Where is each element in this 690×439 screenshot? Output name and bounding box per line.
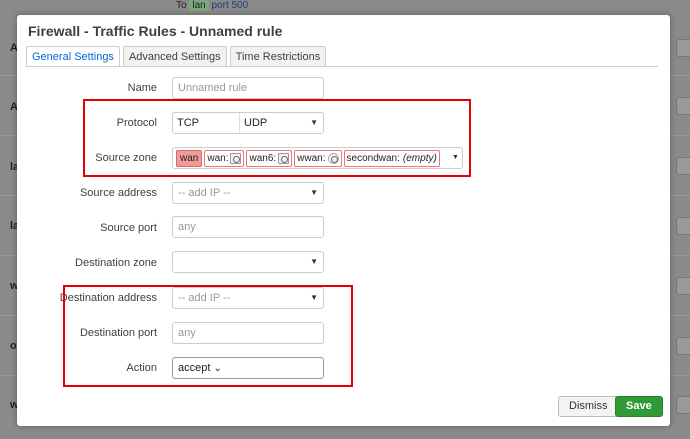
name-input[interactable]: Unnamed rule: [172, 77, 324, 99]
background-row-button: [676, 157, 690, 175]
rule-edit-dialog: Firewall - Traffic Rules - Unnamed rule …: [17, 15, 670, 426]
name-label: Name: [127, 82, 157, 94]
background-row-button: [676, 97, 690, 115]
highlight-box: [63, 285, 353, 387]
source-port-label: Source port: [100, 222, 157, 234]
background-row-button: [676, 396, 690, 414]
source-address-select[interactable]: -- add IP -- ▼: [172, 182, 324, 204]
tab-general-settings[interactable]: General Settings: [26, 46, 120, 66]
dialog-title: Firewall - Traffic Rules - Unnamed rule: [28, 23, 283, 39]
background-row-button: [676, 277, 690, 295]
background-row-button: [676, 39, 690, 57]
background-row-button: [676, 217, 690, 235]
background-rule-summary: To lan port 500: [176, 0, 249, 11]
tab-advanced-settings[interactable]: Advanced Settings: [122, 46, 227, 66]
chevron-down-icon: ▼: [310, 257, 318, 266]
background-row-button: [676, 337, 690, 355]
tab-time-restrictions[interactable]: Time Restrictions: [229, 46, 327, 66]
background-row-label: o: [10, 340, 17, 352]
chevron-down-icon: ▼: [310, 188, 318, 197]
destination-zone-select[interactable]: ▼: [172, 251, 324, 273]
destination-zone-label: Destination zone: [75, 257, 157, 269]
source-port-input[interactable]: any: [172, 216, 324, 238]
save-button[interactable]: Save: [615, 396, 663, 417]
dismiss-button[interactable]: Dismiss: [558, 396, 619, 417]
highlight-box: [83, 99, 471, 177]
tab-bar: General Settings Advanced Settings Time …: [26, 46, 329, 66]
source-address-label: Source address: [79, 187, 157, 199]
